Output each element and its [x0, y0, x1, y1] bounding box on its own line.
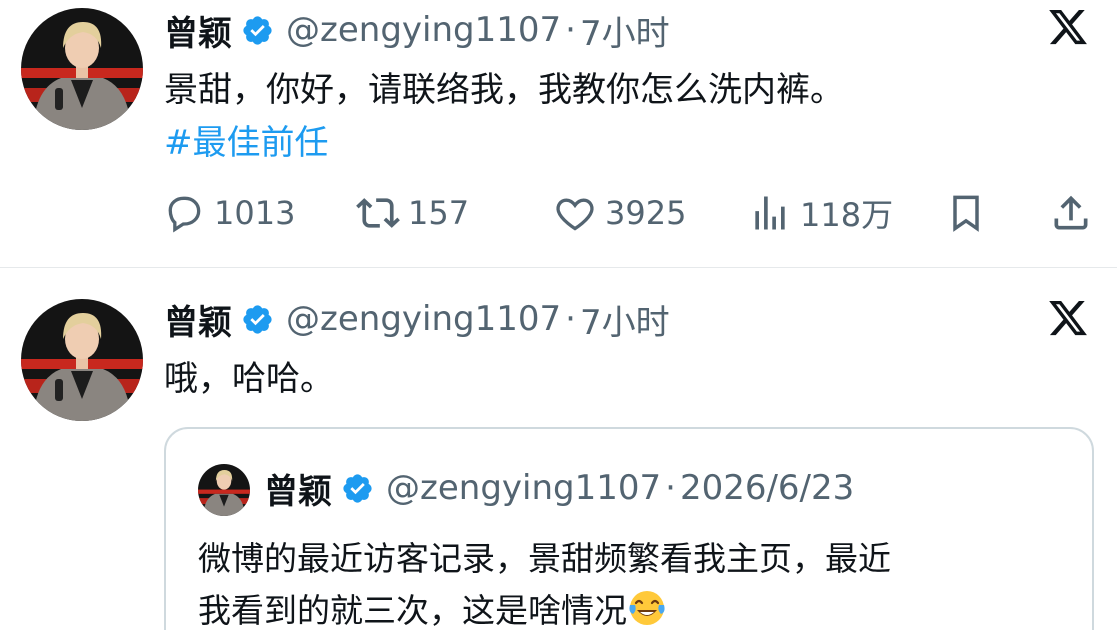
quoted-author-handle[interactable]: @zengying1107 [386, 468, 661, 508]
separator-dot: · [565, 299, 576, 339]
verified-badge-icon [241, 303, 274, 336]
tweet-actions: 1013 157 3925 118万 [0, 188, 1117, 238]
tweet-text: 哦，哈哈。 [164, 359, 334, 399]
quoted-tweet-header: 曾颖 @zengying1107 · 2026/6/23 [264, 464, 854, 513]
hashtag-link[interactable]: #最佳前任 [164, 117, 329, 169]
bookmark-icon [944, 191, 988, 235]
views-button[interactable]: 118万 [748, 188, 893, 238]
timestamp[interactable]: 7小时 [580, 6, 670, 55]
avatar[interactable] [21, 299, 143, 421]
reply-button[interactable]: 1013 [162, 188, 295, 238]
share-icon [1049, 191, 1093, 235]
author-handle[interactable]: @zengying1107 [286, 10, 561, 50]
tweet[interactable]: 曾颖 @zengying1107 · 7小时 景甜，你好，请联络我，我教你怎么洗… [0, 0, 1117, 268]
avatar[interactable] [21, 8, 143, 130]
separator-dot: · [665, 468, 676, 508]
author-name[interactable]: 曾颖 [164, 6, 232, 55]
retweet-icon [356, 191, 400, 235]
retweet-button[interactable]: 157 [356, 188, 469, 238]
x-logo-icon [1047, 6, 1089, 48]
quoted-tweet[interactable]: 曾颖 @zengying1107 · 2026/6/23 微博的最近访客记录，景… [164, 427, 1094, 630]
quoted-text-line: 我看到的就三次，这是啥情况 [198, 591, 627, 630]
share-button[interactable] [1049, 188, 1093, 238]
tweet-text: 景甜，你好，请联络我，我教你怎么洗内裤。 [164, 70, 844, 110]
like-icon [553, 191, 597, 235]
quoted-text-line-2: 我看到的就三次，这是啥情况 [198, 585, 891, 630]
like-count: 3925 [605, 194, 687, 232]
x-logo-icon [1047, 297, 1089, 339]
tweet[interactable]: 曾颖 @zengying1107 · 7小时 哦，哈哈。 曾颖 @zengyin… [0, 269, 1117, 630]
reply-icon [162, 191, 206, 235]
quoted-text-line: 微博的最近访客记录，景甜频繁看我主页，最近 [198, 539, 891, 578]
bookmark-button[interactable] [944, 188, 988, 238]
view-count: 118万 [800, 196, 894, 234]
reply-count: 1013 [214, 194, 296, 232]
tweet-header: 曾颖 @zengying1107 · 7小时 [164, 6, 670, 55]
quoted-tweet-text: 微博的最近访客记录，景甜频繁看我主页，最近 我看到的就三次，这是啥情况 [198, 533, 891, 630]
author-name[interactable]: 曾颖 [164, 295, 232, 344]
tears-of-joy-emoji-icon [627, 588, 667, 628]
retweet-count: 157 [408, 194, 470, 232]
tweet-header: 曾颖 @zengying1107 · 7小时 [164, 295, 670, 344]
views-icon [748, 191, 792, 235]
quoted-date[interactable]: 2026/6/23 [680, 468, 854, 508]
separator-dot: · [565, 10, 576, 50]
timestamp[interactable]: 7小时 [580, 295, 670, 344]
like-button[interactable]: 3925 [553, 188, 686, 238]
verified-badge-icon [241, 14, 274, 47]
quoted-author-name[interactable]: 曾颖 [264, 464, 332, 513]
author-handle[interactable]: @zengying1107 [286, 299, 561, 339]
quoted-avatar[interactable] [198, 464, 250, 516]
verified-badge-icon [341, 472, 374, 505]
